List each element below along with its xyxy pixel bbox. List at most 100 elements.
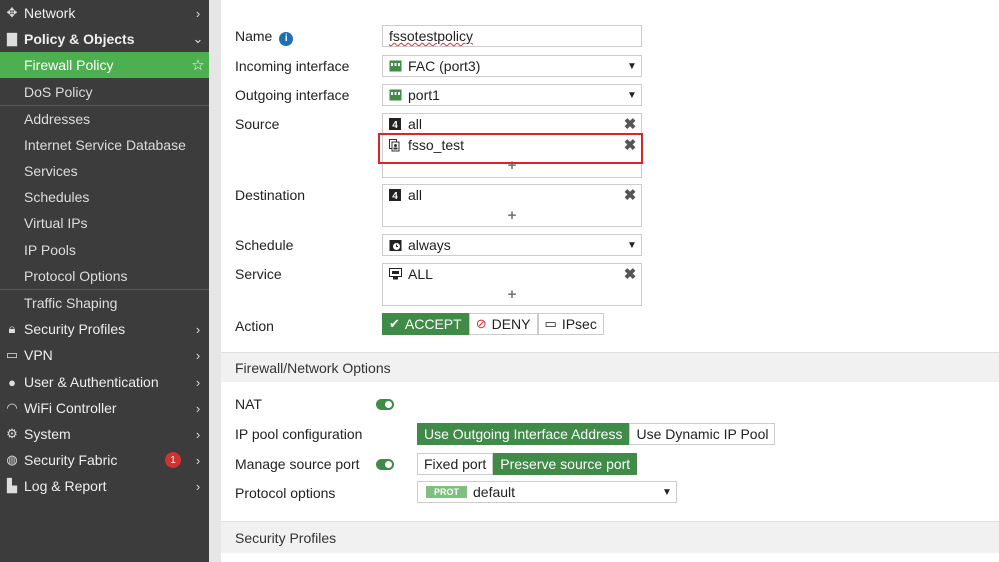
firewall-options-header: Firewall/Network Options — [221, 352, 999, 382]
highlight-box — [378, 133, 643, 164]
laptop-icon: ▭ — [5, 347, 19, 362]
chevron-right-icon: › — [195, 426, 201, 442]
dropdown-arrow-icon: ▼ — [627, 89, 637, 101]
nav-addresses[interactable]: Addresses — [0, 106, 209, 132]
nav-policy-objects[interactable]: ▇ Policy & Objects ⌄ — [0, 26, 209, 52]
chevron-right-icon: › — [195, 5, 201, 21]
chevron-down-icon: ⌄ — [192, 31, 204, 46]
nav-system[interactable]: ⚙︎ System › — [0, 421, 209, 447]
nav-virtual-ips[interactable]: Virtual IPs — [0, 210, 209, 236]
chevron-right-icon: › — [195, 347, 201, 363]
use-outgoing-interface-button[interactable]: Use Outgoing Interface Address — [417, 423, 630, 445]
dropdown-arrow-icon: ▼ — [627, 60, 637, 72]
svg-text:4: 4 — [392, 120, 398, 130]
interface-icon — [388, 88, 402, 102]
nav-schedules[interactable]: Schedules — [0, 184, 209, 210]
nav-log-report[interactable]: ▙ Log & Report › — [0, 473, 209, 499]
destination-label: Destination — [235, 187, 306, 203]
svg-text:4: 4 — [392, 191, 398, 201]
lock-icon: 🔒︎ — [8, 321, 16, 336]
notification-badge: 1 — [165, 452, 181, 468]
security-profiles-header: Security Profiles — [221, 521, 999, 553]
nav-isdb[interactable]: Internet Service Database — [0, 132, 209, 158]
nav-firewall-policy[interactable]: Firewall Policy ☆ — [0, 52, 209, 78]
fixed-port-button[interactable]: Fixed port — [417, 453, 494, 475]
outgoing-interface-label: Outgoing interface — [235, 87, 350, 103]
nav-vpn[interactable]: ▭ VPN › — [0, 342, 209, 368]
incoming-interface-label: Incoming interface — [235, 58, 350, 74]
service-item[interactable]: ALL ✖ — [383, 264, 641, 284]
schedule-label: Schedule — [235, 237, 294, 253]
nav-wifi-controller[interactable]: ◠ WiFi Controller › — [0, 395, 209, 421]
prot-tag: PROT — [426, 486, 468, 498]
sidebar: ✥ Network › ▇ Policy & Objects ⌄ Firewal… — [0, 0, 209, 562]
dropdown-arrow-icon: ▼ — [662, 486, 672, 498]
source-label: Source — [235, 116, 280, 132]
interface-icon — [388, 59, 402, 73]
network-icon: ✥ — [6, 5, 18, 20]
nav-services[interactable]: Services — [0, 158, 209, 184]
manage-source-port-label: Manage source port — [235, 456, 360, 472]
remove-icon[interactable]: ✖ — [619, 265, 641, 283]
user-icon: ● — [8, 374, 16, 390]
nav-traffic-shaping[interactable]: Traffic Shaping — [0, 290, 209, 316]
source-item[interactable]: 4 all ✖ — [383, 114, 641, 134]
wifi-icon: ◠ — [6, 400, 18, 415]
nav-network[interactable]: ✥ Network › — [0, 0, 209, 26]
fabric-icon: ◍ — [6, 452, 18, 467]
remove-icon[interactable]: ✖ — [619, 186, 641, 204]
preserve-source-port-button[interactable]: Preserve source port — [493, 453, 638, 475]
protocol-options-label: Protocol options — [235, 485, 336, 501]
address-icon: 4 — [388, 117, 402, 131]
action-toggle-group: ✔ ACCEPT ⊘ DENY ▭ IPsec — [382, 313, 604, 335]
chevron-right-icon: › — [195, 321, 201, 337]
name-label: Name i — [235, 28, 294, 46]
check-icon: ✔ — [389, 316, 400, 331]
use-dynamic-ip-pool-button[interactable]: Use Dynamic IP Pool — [629, 423, 776, 445]
nav-security-profiles[interactable]: 🔒︎ Security Profiles › — [0, 316, 209, 342]
service-label: Service — [235, 266, 282, 282]
dropdown-arrow-icon: ▼ — [627, 239, 637, 251]
name-input[interactable]: fssotestpolicy — [382, 25, 642, 47]
nav-ip-pools[interactable]: IP Pools — [0, 237, 209, 263]
nav-security-fabric[interactable]: ◍ Security Fabric 1 › — [0, 447, 209, 473]
destination-multiselect[interactable]: 4 all ✖ + — [382, 184, 642, 227]
accept-button[interactable]: ✔ ACCEPT — [382, 313, 469, 335]
document-icon: ▇ — [7, 31, 17, 46]
chevron-right-icon: › — [195, 374, 201, 390]
clock-icon — [388, 238, 402, 252]
address-icon: 4 — [388, 188, 402, 202]
info-icon[interactable]: i — [279, 31, 294, 46]
laptop-icon: ▭ — [544, 316, 557, 331]
nav-protocol-options[interactable]: Protocol Options — [0, 263, 209, 289]
deny-button[interactable]: ⊘ DENY — [468, 313, 538, 335]
manage-source-port-toggle[interactable] — [376, 459, 394, 470]
ip-pool-toggle-group: Use Outgoing Interface Address Use Dynam… — [417, 423, 776, 445]
protocol-options-select[interactable]: PROT default ▼ — [417, 481, 677, 503]
policy-edit-panel: Name i fssotestpolicy Incoming interface… — [221, 0, 999, 562]
nav-user-auth[interactable]: ● User & Authentication › — [0, 369, 209, 395]
chevron-right-icon: › — [195, 478, 201, 494]
nat-label: NAT — [235, 396, 262, 412]
source-port-toggle-group: Fixed port Preserve source port — [417, 453, 638, 475]
ipsec-button[interactable]: ▭ IPsec — [537, 313, 604, 335]
schedule-select[interactable]: always ▼ — [382, 234, 642, 256]
gear-icon: ⚙︎ — [6, 426, 18, 441]
service-multiselect[interactable]: ALL ✖ + — [382, 263, 642, 306]
remove-icon[interactable]: ✖ — [619, 115, 641, 133]
chart-icon: ▙ — [7, 478, 17, 493]
destination-item[interactable]: 4 all ✖ — [383, 185, 641, 205]
incoming-interface-select[interactable]: FAC (port3) ▼ — [382, 55, 642, 77]
chevron-right-icon: › — [195, 400, 201, 416]
action-label: Action — [235, 318, 274, 334]
outgoing-interface-select[interactable]: port1 ▼ — [382, 84, 642, 106]
nat-toggle[interactable] — [376, 399, 394, 410]
service-icon — [388, 267, 402, 281]
chevron-right-icon: › — [195, 452, 201, 468]
deny-icon: ⊘ — [475, 316, 487, 331]
add-destination-button[interactable]: + — [383, 207, 641, 224]
add-service-button[interactable]: + — [383, 286, 641, 303]
ip-pool-label: IP pool configuration — [235, 426, 363, 442]
nav-dos-policy[interactable]: DoS Policy — [0, 79, 209, 105]
star-icon[interactable]: ☆ — [187, 56, 209, 74]
